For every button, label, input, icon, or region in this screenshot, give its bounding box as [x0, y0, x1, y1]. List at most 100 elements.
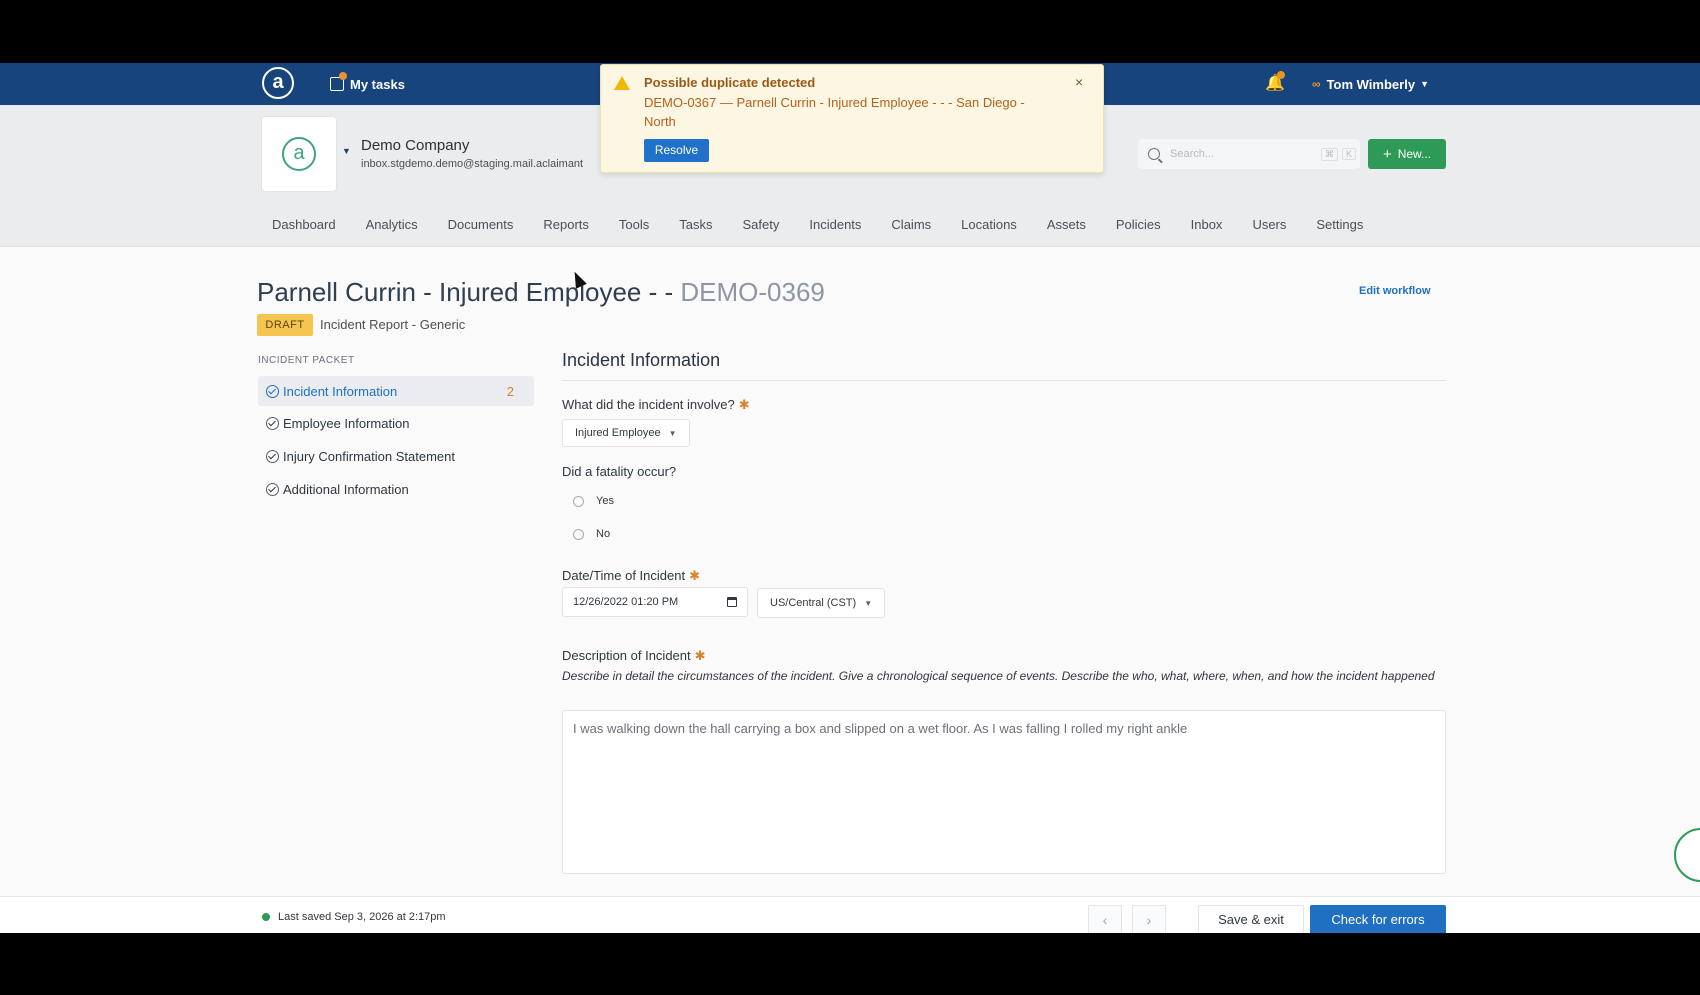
radio-circle: [573, 495, 584, 507]
datetime-label-text: Date/Time of Incident: [562, 568, 686, 583]
required-marker: ✱: [689, 568, 700, 583]
nav-tasks[interactable]: Tasks: [679, 217, 712, 232]
search-input[interactable]: Search... ⌘ K: [1138, 139, 1360, 169]
user-menu[interactable]: ∞ Tom Wimberly ▼: [1312, 72, 1429, 96]
sidebar-item-label: Incident Information: [283, 383, 398, 399]
nav-incidents[interactable]: Incidents: [809, 217, 861, 232]
shortcut-key-cmd: ⌘: [1320, 147, 1338, 161]
nav-claims[interactable]: Claims: [891, 217, 931, 232]
sidebar-item-injury-confirmation[interactable]: Injury Confirmation Statement: [258, 441, 534, 471]
fatality-label: Did a fatality occur?: [562, 464, 677, 479]
my-tasks-link[interactable]: My tasks: [330, 72, 405, 96]
sidebar-item-label: Additional Information: [283, 481, 409, 497]
calendar-icon[interactable]: [727, 597, 737, 607]
edit-workflow-link[interactable]: Edit workflow: [1359, 285, 1431, 297]
plus-icon: +: [1382, 145, 1392, 163]
nav-assets[interactable]: Assets: [1047, 217, 1086, 232]
fatality-no-radio[interactable]: No: [573, 528, 610, 540]
nav-policies[interactable]: Policies: [1116, 217, 1161, 232]
nav-reports[interactable]: Reports: [543, 217, 589, 232]
timezone-value: US/Central (CST): [770, 597, 857, 609]
app-frame: a My tasks 🔔 ∞ Tom Wimberly ▼ a ▼ Demo C…: [0, 63, 1700, 933]
app-logo[interactable]: a: [262, 67, 294, 99]
new-button-label: New...: [1397, 147, 1432, 161]
next-section-button[interactable]: ›: [1132, 905, 1166, 933]
last-saved-text: Last saved Sep 3, 2026 at 2:17pm: [278, 911, 446, 923]
section-heading: Incident Information: [562, 350, 721, 370]
nav-safety[interactable]: Safety: [743, 217, 780, 232]
company-name: Demo Company: [361, 137, 470, 154]
chevron-down-icon: ▼: [668, 428, 677, 438]
sidebar-item-incident-information[interactable]: Incident Information 2: [258, 376, 534, 406]
my-tasks-label: My tasks: [350, 76, 405, 92]
involve-label-text: What did the incident involve?: [562, 397, 735, 412]
status-badge: DRAFT: [257, 314, 313, 336]
duplicate-warning-toast: Possible duplicate detected DEMO-0367 — …: [600, 64, 1104, 173]
report-type: Incident Report - Generic: [320, 317, 466, 332]
sidebar-item-employee-information[interactable]: Employee Information: [258, 408, 534, 438]
toast-body: DEMO-0367 — Parnell Currin - Injured Emp…: [644, 95, 1025, 129]
previous-section-button[interactable]: ‹: [1088, 905, 1122, 933]
nav-settings[interactable]: Settings: [1316, 217, 1363, 232]
nav-tools[interactable]: Tools: [619, 217, 649, 232]
sidebar-item-additional-information[interactable]: Additional Information: [258, 474, 534, 504]
radio-label: Yes: [596, 495, 614, 507]
check-for-errors-button[interactable]: Check for errors: [1310, 905, 1446, 933]
check-circle-icon: [266, 416, 279, 430]
resolve-button[interactable]: Resolve: [644, 139, 709, 162]
search-icon: [1148, 148, 1160, 160]
nav-documents[interactable]: Documents: [448, 217, 514, 232]
section-divider: [562, 380, 1446, 381]
description-textarea[interactable]: I was walking down the hall carrying a b…: [562, 710, 1446, 874]
check-circle-icon: [266, 482, 279, 496]
description-label: Description of Incident ✱: [562, 648, 706, 664]
nav-dashboard[interactable]: Dashboard: [272, 217, 336, 232]
page-title: Parnell Currin - Injured Employee - - DE…: [257, 277, 825, 308]
chevron-down-icon: ▼: [864, 598, 873, 608]
save-exit-button[interactable]: Save & exit: [1198, 905, 1304, 933]
company-logo[interactable]: a: [262, 117, 336, 191]
record-id: DEMO-0369: [680, 277, 825, 307]
timezone-select[interactable]: US/Central (CST) ▼: [757, 588, 886, 618]
datetime-value: 12/26/2022 01:20 PM: [573, 596, 679, 608]
sidebar-item-label: Employee Information: [283, 415, 410, 431]
user-name: Tom Wimberly: [1326, 76, 1416, 92]
saved-status-dot: [262, 913, 270, 921]
company-email: inbox.stgdemo.demo@staging.mail.aclaiman…: [361, 158, 584, 170]
main-nav: Dashboard Analytics Documents Reports To…: [272, 217, 1393, 232]
radio-circle: [573, 528, 584, 540]
required-marker: ✱: [738, 397, 750, 412]
error-count-badge: 2: [506, 383, 514, 399]
search-placeholder: Search...: [1170, 148, 1215, 160]
last-saved: Last saved Sep 3, 2026 at 2:17pm: [262, 911, 446, 923]
company-logo-glyph: a: [282, 137, 316, 171]
company-switcher-chevron-icon[interactable]: ▼: [342, 146, 351, 156]
sidebar-item-label: Injury Confirmation Statement: [283, 448, 455, 464]
record-title: Parnell Currin - Injured Employee - -: [257, 277, 674, 307]
chat-widget-icon[interactable]: [1674, 828, 1700, 882]
datetime-input[interactable]: 12/26/2022 01:20 PM: [562, 587, 748, 617]
toast-title: Possible duplicate detected: [644, 75, 816, 90]
tasks-icon: [330, 72, 347, 91]
nav-inbox[interactable]: Inbox: [1191, 217, 1223, 232]
involve-select-value: Injured Employee: [575, 427, 661, 439]
involve-label: What did the incident involve? ✱: [562, 397, 750, 413]
form-footer: Last saved Sep 3, 2026 at 2:17pm ‹ › Sav…: [0, 896, 1700, 933]
radio-label: No: [596, 528, 611, 540]
user-glasses-icon: ∞: [1312, 77, 1321, 91]
fatality-yes-radio[interactable]: Yes: [573, 495, 614, 507]
involve-select[interactable]: Injured Employee ▼: [562, 419, 690, 447]
nav-analytics[interactable]: Analytics: [366, 217, 418, 232]
nav-users[interactable]: Users: [1252, 217, 1286, 232]
nav-locations[interactable]: Locations: [961, 217, 1017, 232]
new-button[interactable]: + New...: [1368, 139, 1446, 169]
required-marker: ✱: [694, 648, 706, 663]
notification-badge: [1277, 71, 1285, 79]
datetime-label: Date/Time of Incident ✱: [562, 568, 700, 584]
description-hint: Describe in detail the circumstances of …: [562, 669, 1435, 683]
notifications-bell-icon[interactable]: 🔔: [1265, 71, 1285, 93]
warning-icon: [614, 76, 630, 90]
chevron-down-icon: ▼: [1420, 79, 1429, 89]
close-icon[interactable]: ×: [1075, 74, 1083, 90]
check-circle-icon: [266, 384, 279, 398]
